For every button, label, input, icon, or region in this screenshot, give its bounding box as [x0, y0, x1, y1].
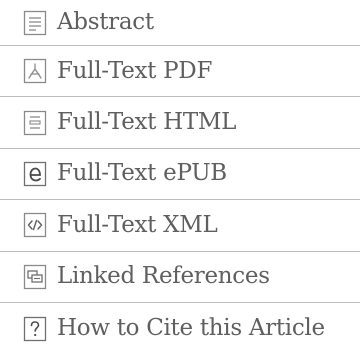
menu-item-full-text-pdf[interactable]: Full-Text PDF [0, 46, 360, 98]
menu-item-full-text-epub[interactable]: Full-Text ePUB [0, 149, 360, 201]
menu-item-full-text-html[interactable]: Full-Text HTML [0, 97, 360, 149]
question-mark-icon [23, 316, 47, 342]
linked-references-icon [23, 264, 47, 290]
article-links-menu: Abstract Full-Text PDF Full-Text HTML Fu… [0, 0, 360, 354]
menu-item-label: How to Cite this Article [57, 315, 325, 342]
menu-item-label: Full-Text PDF [57, 57, 213, 84]
menu-item-label: Full-Text HTML [57, 109, 237, 136]
menu-item-abstract[interactable]: Abstract [0, 0, 360, 46]
menu-item-how-to-cite[interactable]: How to Cite this Article [0, 303, 360, 354]
menu-item-label: Full-Text ePUB [57, 160, 227, 187]
xml-code-icon [23, 212, 47, 238]
menu-item-linked-references[interactable]: Linked References [0, 252, 360, 303]
menu-item-label: Abstract [57, 9, 154, 35]
menu-item-full-text-xml[interactable]: Full-Text XML [0, 200, 360, 252]
html-document-icon [23, 110, 47, 136]
document-lines-icon [23, 10, 47, 36]
menu-item-label: Linked References [57, 263, 270, 290]
menu-item-label: Full-Text XML [57, 211, 218, 238]
epub-icon [23, 161, 47, 187]
pdf-icon [23, 58, 47, 84]
